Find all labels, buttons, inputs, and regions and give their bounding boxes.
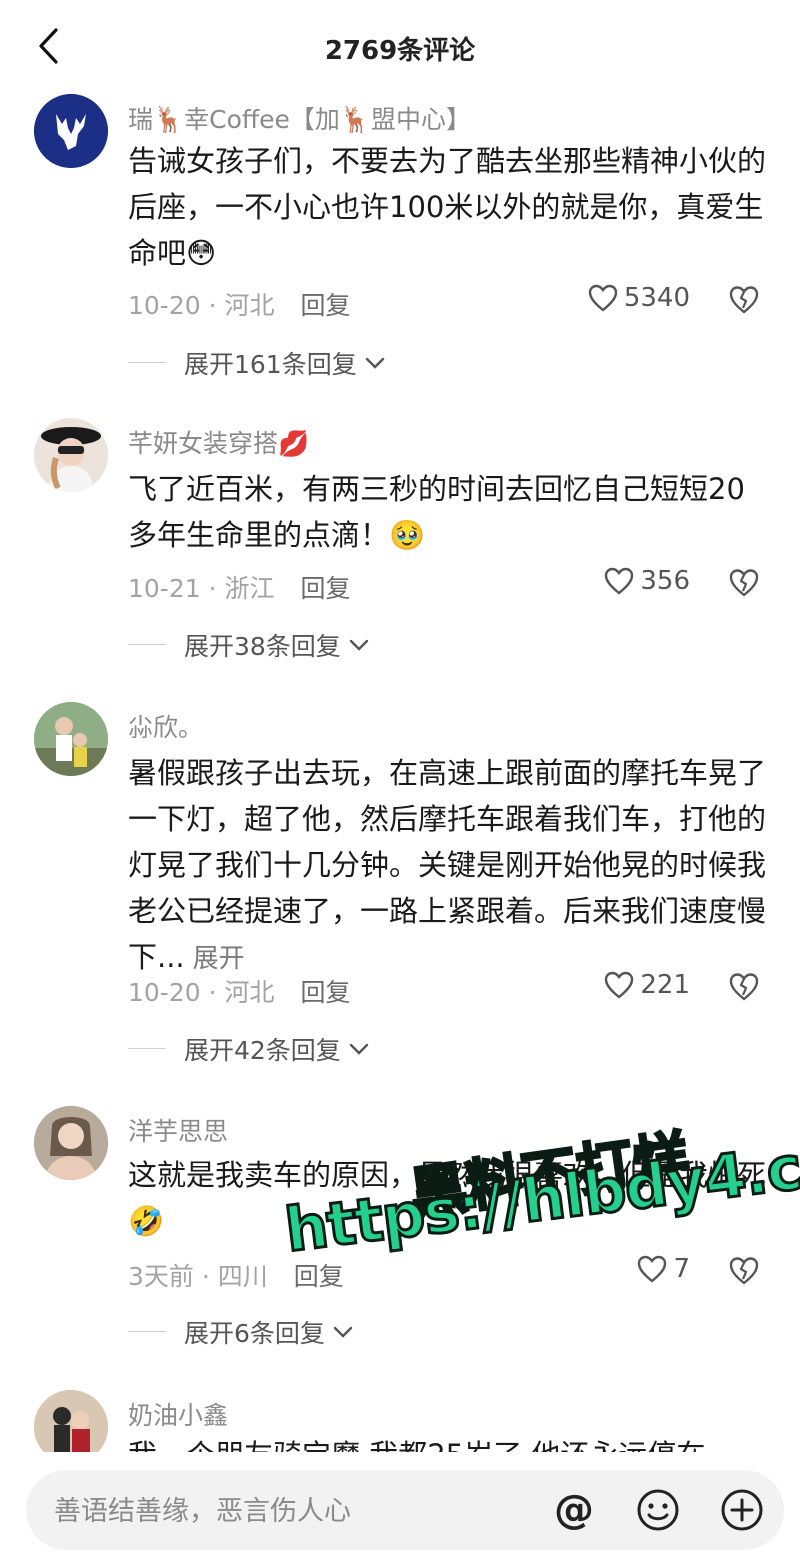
comment-body: 暑假跟孩子出去玩，在高速上跟前面的摩托车晃了一下灯，超了他，然后摩托车跟着我们车… — [128, 756, 767, 974]
like-button[interactable]: 5340 — [588, 283, 690, 313]
expand-replies-button[interactable]: 展开38条回复 — [184, 627, 371, 663]
heart-icon — [638, 1255, 667, 1283]
broken-heart-icon — [729, 1257, 759, 1285]
read-more-link[interactable]: 展开 — [193, 944, 245, 974]
comment-date: 10-20 — [128, 978, 201, 1007]
comment-input-bar: @ — [0, 1452, 800, 1568]
like-count: 5340 — [623, 283, 690, 313]
reply-button[interactable]: 回复 — [301, 291, 351, 320]
comment-date: 10-20 — [128, 291, 201, 320]
heart-icon — [605, 971, 634, 999]
comment-author[interactable]: 洋芋思思 — [128, 1112, 228, 1148]
add-button[interactable] — [718, 1486, 766, 1534]
dislike-button[interactable] — [728, 285, 760, 317]
comment-author[interactable]: 芊妍女装穿搭💋 — [128, 424, 309, 460]
mention-button[interactable]: @ — [550, 1486, 598, 1534]
reply-button[interactable]: 回复 — [301, 574, 351, 603]
like-count: 356 — [640, 566, 690, 596]
chevron-down-icon — [349, 639, 369, 651]
comment-input[interactable] — [52, 1470, 536, 1552]
chevron-down-icon — [349, 1043, 369, 1055]
comment-location: 河北 — [224, 291, 275, 320]
heart-icon — [588, 284, 618, 312]
expand-replies-label: 展开161条回复 — [184, 350, 357, 379]
dislike-button[interactable] — [728, 568, 760, 600]
broken-heart-icon — [729, 286, 759, 314]
avatar[interactable] — [34, 1106, 108, 1180]
reply-button[interactable]: 回复 — [301, 978, 351, 1007]
page-title: 2769条评论 — [324, 36, 476, 66]
comment-author[interactable]: 瑞🦌幸Coffee【加🦌盟中心】 — [128, 100, 471, 136]
avatar[interactable] — [34, 94, 108, 168]
expand-replies-button[interactable]: 展开6条回复 — [184, 1314, 355, 1350]
like-button[interactable]: 7 — [637, 1254, 690, 1284]
comment-text: 告诫女孩子们，不要去为了酷去坐那些精神小伙的后座，一不小心也许100米以外的就是… — [128, 144, 767, 270]
header-bar: 2769条评论 — [0, 0, 800, 92]
reply-button[interactable]: 回复 — [294, 1262, 344, 1291]
broken-heart-icon — [729, 569, 759, 597]
avatar-photo — [34, 1106, 108, 1180]
broken-heart-icon — [729, 973, 759, 1001]
dislike-button[interactable] — [728, 1256, 760, 1288]
expand-replies-label: 展开42条回复 — [184, 1036, 341, 1065]
plus-circle-icon — [721, 1489, 763, 1531]
comment-author[interactable]: 奶油小鑫 — [128, 1396, 228, 1432]
expand-replies-button[interactable]: 展开161条回复 — [184, 345, 387, 381]
avatar[interactable] — [34, 418, 108, 492]
comment-text: 我一个朋友骑宝魔 我都25岁了 他还永远停在 — [128, 1432, 705, 1454]
comment-date: 3天前 — [128, 1262, 194, 1291]
avatar-photo — [34, 702, 108, 776]
divider — [128, 362, 166, 363]
comment-location: 河北 — [224, 978, 275, 1007]
deer-logo-icon — [34, 94, 108, 168]
comment-text: 暑假跟孩子出去玩，在高速上跟前面的摩托车晃了一下灯，超了他，然后摩托车跟着我们车… — [128, 750, 768, 982]
expand-replies-button[interactable]: 展开42条回复 — [184, 1031, 371, 1067]
avatar-photo — [34, 418, 108, 492]
comment-date: 10-21 — [128, 574, 201, 603]
divider — [128, 1331, 166, 1332]
expand-replies-label: 展开38条回复 — [184, 632, 341, 661]
chevron-down-icon — [365, 357, 384, 369]
heart-icon — [605, 567, 634, 595]
comment-input-container: @ — [26, 1470, 784, 1552]
divider — [128, 1048, 166, 1049]
expand-replies-label: 展开6条回复 — [184, 1319, 325, 1348]
comment-meta: 10-20 · 河北 回复 — [128, 291, 351, 320]
like-count: 7 — [673, 1254, 690, 1284]
chevron-down-icon — [333, 1326, 353, 1338]
like-button[interactable]: 356 — [604, 566, 690, 596]
divider — [128, 644, 166, 645]
smiley-icon — [637, 1489, 679, 1531]
comment-meta: 10-21 · 浙江 回复 — [128, 574, 351, 603]
dislike-button[interactable] — [728, 972, 760, 1004]
comment-meta: 10-20 · 河北 回复 — [128, 978, 351, 1007]
at-icon: @ — [554, 1487, 594, 1533]
comment-author[interactable]: 尛欣。 — [128, 708, 203, 744]
avatar[interactable] — [34, 702, 108, 776]
like-button[interactable]: 221 — [604, 970, 690, 1000]
comment-location: 浙江 — [224, 574, 275, 603]
comment-text: 飞了近百米，有两三秒的时间去回忆自己短短20多年生命里的点滴！🥹 — [128, 472, 745, 552]
emoji-button[interactable] — [634, 1486, 682, 1534]
like-count: 221 — [640, 970, 690, 1000]
comment-location: 四川 — [217, 1262, 268, 1291]
